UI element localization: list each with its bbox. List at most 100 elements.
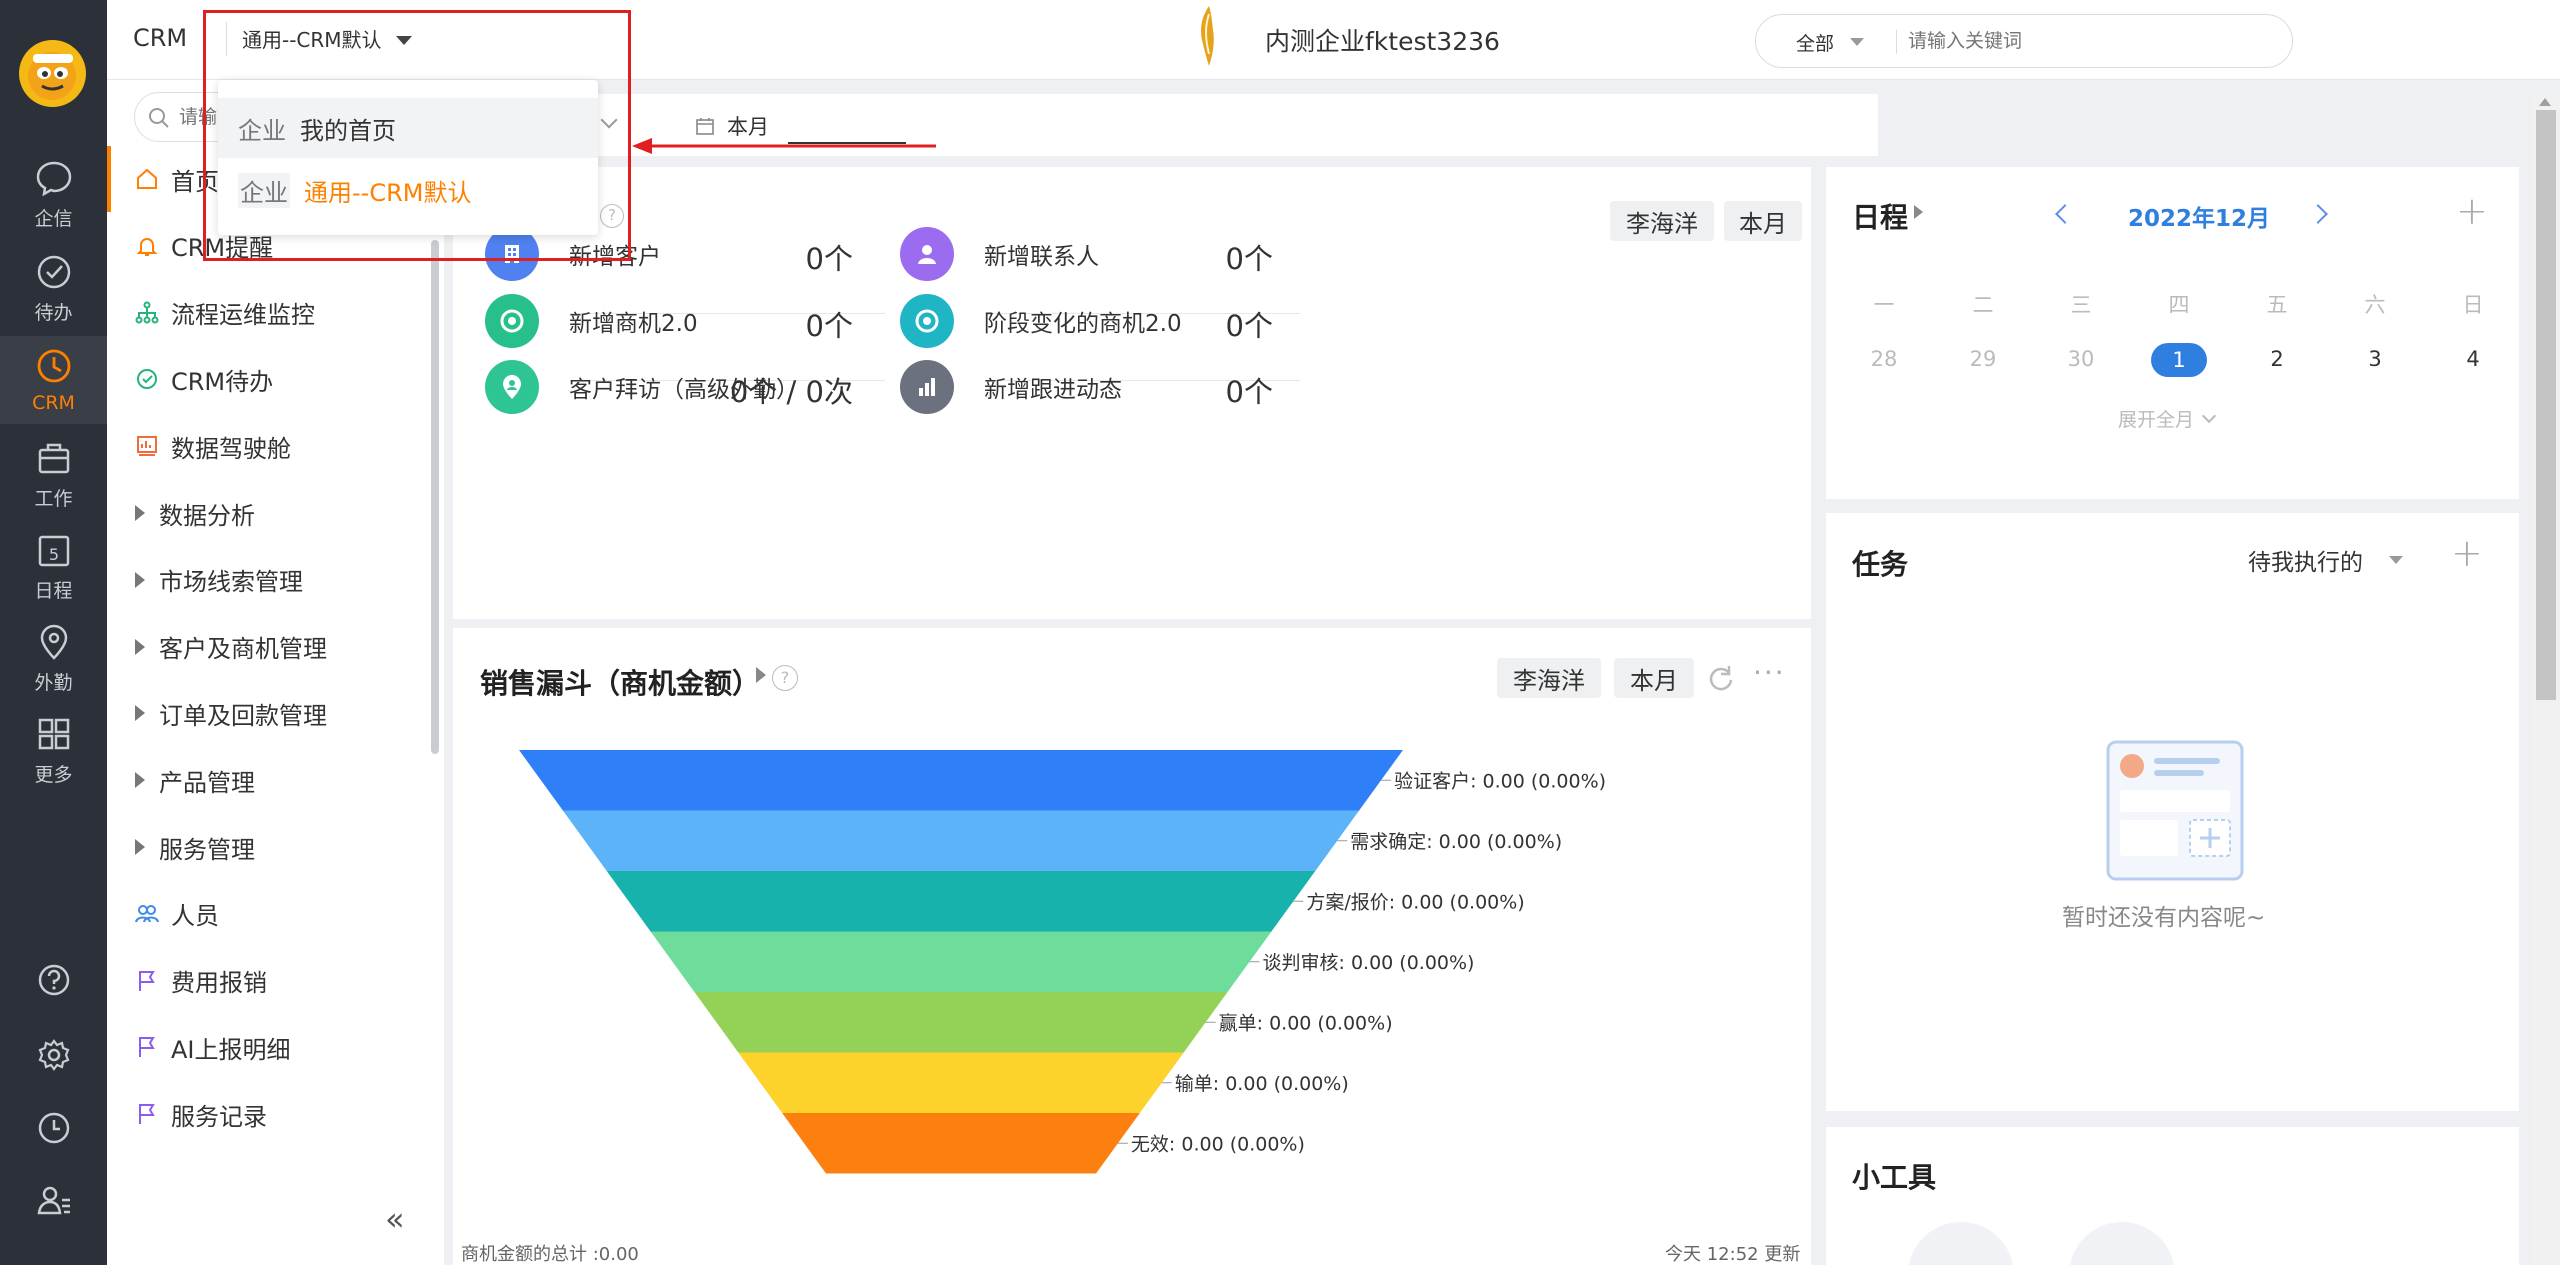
rail-item-crm[interactable]: CRM — [0, 336, 107, 424]
flag-icon — [133, 967, 161, 995]
calendar-day[interactable]: 1 — [2151, 343, 2207, 377]
menu-item-label: CRM待办 — [171, 367, 274, 396]
calendar-weekday: 二 — [1972, 293, 1994, 317]
rail-item-schedule[interactable]: 5 日程 — [0, 522, 107, 610]
task-filter[interactable]: 待我执行的 — [2248, 543, 2403, 577]
funnel-segment[interactable] — [606, 871, 1316, 932]
menu-item[interactable]: 人员 — [107, 881, 429, 947]
next-month-button[interactable] — [2308, 204, 2328, 224]
menu-item-label: 数据分析 — [159, 501, 255, 530]
expand-month-button[interactable]: 展开全月 — [2118, 405, 2217, 432]
tools-title: 小工具 — [1852, 1161, 1937, 1194]
stat-item[interactable]: 新增联系人 — [900, 227, 1099, 281]
stat-value: 0个 — [1225, 242, 1273, 276]
calendar-day[interactable]: 2 — [2247, 347, 2307, 371]
user-avatar[interactable] — [19, 40, 86, 107]
menu-item[interactable]: 客户及商机管理 — [107, 614, 429, 680]
menu-scrollbar[interactable] — [431, 240, 439, 754]
search-input[interactable] — [1908, 25, 2268, 57]
menu-item[interactable]: CRM待办 — [107, 346, 429, 412]
calendar-day[interactable]: 29 — [1953, 347, 2013, 371]
briefcase-icon — [38, 443, 69, 473]
tasks-card: 任务 待我执行的 + 暂时还没有内容呢~ — [1826, 513, 2519, 1111]
calendar-day[interactable]: 30 — [2051, 347, 2111, 371]
menu-item-label: 订单及回款管理 — [159, 701, 327, 730]
funnel-segment[interactable] — [738, 1052, 1184, 1114]
global-search[interactable]: 全部 — [1755, 14, 2293, 68]
funnel-label: 赢单: 0.00 (0.00%) — [1219, 1012, 1393, 1034]
menu-item[interactable]: 流程运维监控 — [107, 280, 429, 346]
location-pin-icon — [40, 624, 67, 660]
caret-right-icon[interactable] — [1914, 205, 1923, 219]
tasks-title: 任务 — [1852, 548, 1909, 581]
stat-value: 0个 — [1225, 309, 1273, 343]
caret-right-icon — [135, 705, 145, 722]
menu-item[interactable]: 市场线索管理 — [107, 547, 429, 613]
funnel-segment[interactable] — [562, 810, 1360, 872]
dashboard-icon — [133, 432, 161, 460]
rail-item-label: 工作 — [34, 487, 73, 510]
menu-item[interactable]: 数据分析 — [107, 480, 429, 546]
flag-icon — [133, 1033, 161, 1061]
add-schedule-button[interactable]: + — [2456, 189, 2488, 233]
calendar-day[interactable]: 28 — [1854, 347, 1914, 371]
menu-item-label: 服务管理 — [159, 835, 255, 864]
tool-item[interactable] — [2069, 1222, 2175, 1265]
add-task-button[interactable]: + — [2451, 531, 2483, 575]
overview-card: ? 李海洋 本月 新增客户 0个 新增联系人 0个 新增商机2.0 0个 阶段变化的商机2.… — [453, 167, 1811, 619]
chat-bubble-icon — [36, 161, 71, 196]
company-name: 内测企业fktest3236 — [1265, 27, 1500, 56]
person-icon — [900, 227, 954, 281]
settings-button[interactable] — [0, 1025, 107, 1085]
profile-button[interactable] — [0, 1170, 107, 1230]
search-scope-label[interactable]: 全部 — [1796, 29, 1834, 56]
rail-item-todo[interactable]: 待办 — [0, 244, 107, 332]
menu-item[interactable]: AI上报明细 — [107, 1014, 429, 1080]
calendar-day[interactable]: 3 — [2345, 347, 2405, 371]
menu-item-label: 流程运维监控 — [171, 301, 315, 330]
menu-item[interactable]: 费用报销 — [107, 948, 429, 1014]
chevron-down-icon — [2201, 408, 2217, 423]
clock-icon — [38, 1112, 69, 1144]
funnel-segment[interactable] — [782, 1113, 1140, 1174]
funnel-segment[interactable] — [650, 931, 1272, 993]
funnel-label: 验证客户: 0.00 (0.00%) — [1394, 770, 1606, 792]
gear-icon — [38, 1039, 69, 1071]
caret-down-icon — [2389, 556, 2403, 564]
menu-item[interactable]: 服务记录 — [107, 1081, 429, 1147]
rail-item-field[interactable]: 外勤 — [0, 614, 107, 702]
scrollbar-thumb[interactable] — [2536, 110, 2556, 700]
clock-icon — [37, 349, 70, 383]
search-icon — [149, 108, 169, 128]
tool-item[interactable] — [1908, 1222, 2014, 1265]
menu-item-label: 费用报销 — [171, 969, 267, 998]
rail-item-label: CRM — [32, 392, 75, 414]
rail-item-work[interactable]: 工作 — [0, 430, 107, 518]
menu-item[interactable]: 服务管理 — [107, 814, 429, 880]
help-button[interactable] — [0, 950, 107, 1010]
menu-item[interactable]: 产品管理 — [107, 747, 429, 813]
funnel-segment[interactable] — [694, 992, 1228, 1053]
funnel-segment[interactable] — [519, 750, 1403, 811]
highlight-box — [203, 10, 631, 261]
period-filter[interactable]: 本月 — [1724, 201, 1802, 241]
calendar-day[interactable]: 4 — [2443, 347, 2503, 371]
schedule-title[interactable]: 日程 — [1852, 196, 1908, 236]
active-indicator — [107, 146, 111, 212]
history-button[interactable] — [0, 1098, 107, 1158]
calendar-weekday: 四 — [2168, 293, 2190, 317]
menu-item-label: 客户及商机管理 — [159, 635, 327, 664]
prev-month-button[interactable] — [2055, 204, 2075, 224]
caret-right-icon — [135, 505, 145, 521]
owner-filter[interactable]: 李海洋 — [1610, 201, 1714, 241]
scroll-up-icon[interactable] — [2539, 98, 2551, 106]
flag-icon — [133, 1100, 161, 1128]
menu-item[interactable]: 数据驾驶舱 — [107, 413, 429, 479]
menu-item[interactable]: 订单及回款管理 — [107, 680, 429, 746]
app-name: CRM — [133, 24, 188, 52]
rail-item-more[interactable]: 更多 — [0, 706, 107, 794]
rail-item-qixin[interactable]: 企信 — [0, 150, 107, 238]
menu-item-label: 市场线索管理 — [159, 568, 303, 597]
page-scrollbar[interactable] — [2532, 94, 2560, 1265]
collapse-menu-button[interactable]: « — [385, 1200, 405, 1238]
